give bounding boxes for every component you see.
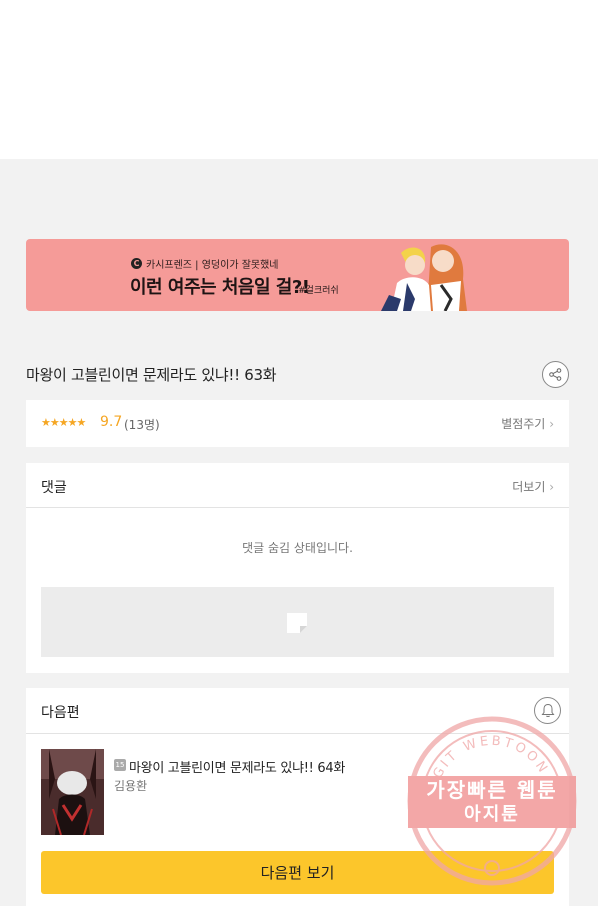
age-rating-badge: 15: [114, 759, 126, 771]
comment-placeholder: [41, 587, 554, 657]
comments-more-label: 더보기: [512, 480, 546, 494]
rating-score: 9.7: [100, 414, 123, 430]
share-button[interactable]: [542, 361, 569, 388]
rating-section: ★★★★★ 9.7 (13명) 별점주기 ›: [26, 400, 569, 447]
next-episode-title[interactable]: 마왕이 고블린이면 문제라도 있냐!! 64화: [129, 757, 345, 776]
ad-banner[interactable]: C 카시프렌즈 | 영덩이가 잘못했네 이런 여주는 처음일 걸?! #걸크러쉬: [26, 239, 569, 311]
comments-header: 댓글 더보기 ›: [26, 463, 569, 508]
banner-illustration: [381, 244, 467, 311]
document-icon: [287, 613, 307, 633]
rate-button-label: 별점주기: [501, 417, 546, 431]
next-episode-label: 다음편: [41, 705, 80, 721]
banner-brand: C 카시프렌즈 | 영덩이가 잘못했네: [131, 256, 279, 271]
rate-button[interactable]: 별점주기 ›: [501, 415, 554, 432]
banner-headline: 이런 여주는 처음일 걸?!: [130, 277, 310, 298]
episode-title: 마왕이 고블린이면 문제라도 있냐!! 63화: [26, 366, 277, 384]
top-blank-area: [0, 0, 598, 159]
watermark-stamp: AGIT WEBTOON 가장빠른 웹툰 아지툰: [406, 716, 578, 886]
next-episode-author: 김용환: [114, 779, 148, 793]
banner-tag: #걸크러쉬: [298, 286, 339, 296]
share-icon: [549, 368, 562, 381]
kakao-c-logo-icon: C: [131, 258, 142, 269]
banner-brand-text: 카시프렌즈 | 영덩이가 잘못했네: [146, 260, 279, 271]
watermark-line2: 아지툰: [464, 804, 520, 825]
next-episode-thumbnail[interactable]: [41, 749, 104, 835]
comments-more-link[interactable]: 더보기 ›: [512, 478, 554, 495]
rating-stars: ★★★★★: [41, 416, 86, 429]
chevron-right-icon: ›: [549, 417, 554, 431]
comments-hidden-message: 댓글 숨김 상태입니다.: [242, 541, 353, 555]
chevron-right-icon: ›: [549, 480, 554, 494]
comments-label: 댓글: [41, 480, 67, 496]
watermark-line1: 가장빠른 웹툰: [426, 778, 558, 802]
comments-section: 댓글 더보기 › 댓글 숨김 상태입니다.: [26, 463, 569, 673]
rating-count: (13명): [124, 418, 160, 432]
